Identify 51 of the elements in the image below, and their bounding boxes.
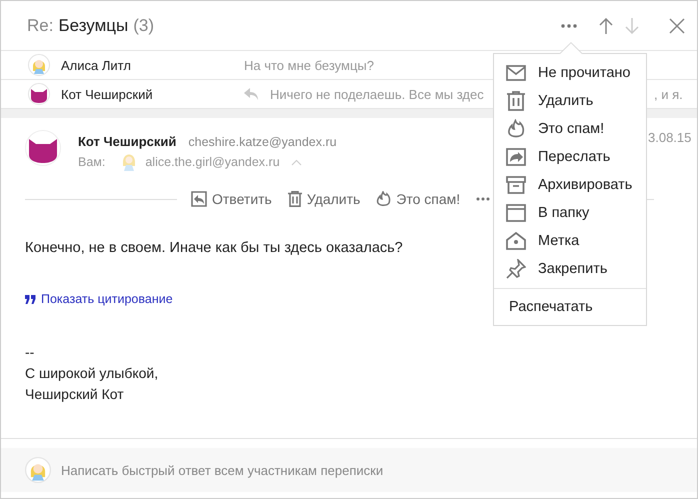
- show-quote-link[interactable]: Показать цитирование: [25, 292, 173, 306]
- avatar-icon: [25, 130, 61, 166]
- sender-name: Алиса Литл: [61, 58, 132, 72]
- avatar-icon: [28, 83, 50, 105]
- message-preview-tail: , и я.: [654, 86, 683, 102]
- message-date: 3.08.15: [648, 130, 692, 145]
- reply-icon: [191, 191, 207, 207]
- arrow-up-icon[interactable]: [599, 18, 613, 34]
- toolbar-button[interactable]: Это спам!: [376, 191, 460, 207]
- message-preview: Ничего не поделаешь. Все мы здес: [270, 86, 485, 102]
- avatar-icon: [25, 457, 51, 483]
- more-icon[interactable]: [561, 24, 577, 28]
- message-preview: На что мне безумцы?: [244, 58, 375, 72]
- signature-line: С широкой улыбкой,: [25, 364, 160, 383]
- toolbar-button[interactable]: Ответить: [191, 191, 272, 207]
- trash-icon: [288, 191, 302, 207]
- folder-icon: [506, 204, 526, 222]
- quick-reply-bar[interactable]: Написать быстрый ответ всем участникам переписки: [1, 448, 697, 492]
- toolbar-button[interactable]: Удалить: [288, 191, 360, 207]
- quote-icon: [25, 294, 36, 304]
- envelope-icon: [506, 65, 526, 81]
- sender-name: Кот Чеширский: [78, 134, 176, 149]
- message-count: (3): [133, 16, 154, 36]
- menu-item[interactable]: Переслать: [494, 143, 646, 171]
- recipient-email: alice.the.girl@yandex.ru: [145, 155, 280, 169]
- signature-line: Чеширский Кот: [25, 385, 125, 404]
- message-body: Конечно, не в своем. Иначе как бы ты здесь оказалась?: [25, 240, 403, 256]
- flame-icon: [376, 191, 392, 207]
- menu-item[interactable]: Архивировать: [494, 171, 646, 199]
- flame-icon: [507, 119, 525, 139]
- avatar-icon: [122, 153, 136, 171]
- sender-email: cheshire.katze@yandex.ru: [188, 135, 337, 149]
- archive-icon: [506, 176, 526, 194]
- menu-item[interactable]: Метка: [494, 227, 646, 255]
- menu-item[interactable]: Закрепить: [494, 255, 646, 283]
- pin-icon: [506, 259, 526, 279]
- quick-reply-field[interactable]: Написать быстрый ответ всем участникам переписки: [59, 462, 697, 478]
- menu-item[interactable]: Это спам!: [494, 115, 646, 143]
- more-icon[interactable]: [476, 197, 490, 201]
- forward-icon: [506, 148, 526, 166]
- tag-icon: [506, 232, 526, 250]
- sender-name: Кот Чеширский: [61, 86, 154, 102]
- menu-item[interactable]: Распечатать: [494, 295, 646, 319]
- recipient-label: Вам:: [78, 155, 106, 169]
- subject: Безумцы: [58, 16, 128, 36]
- signature-line: --: [25, 343, 36, 362]
- menu-item[interactable]: В папку: [494, 199, 646, 227]
- subject-prefix: Re:: [27, 16, 54, 36]
- close-icon[interactable]: [669, 18, 685, 34]
- avatar-icon: [28, 54, 50, 76]
- trash-icon: [507, 91, 525, 111]
